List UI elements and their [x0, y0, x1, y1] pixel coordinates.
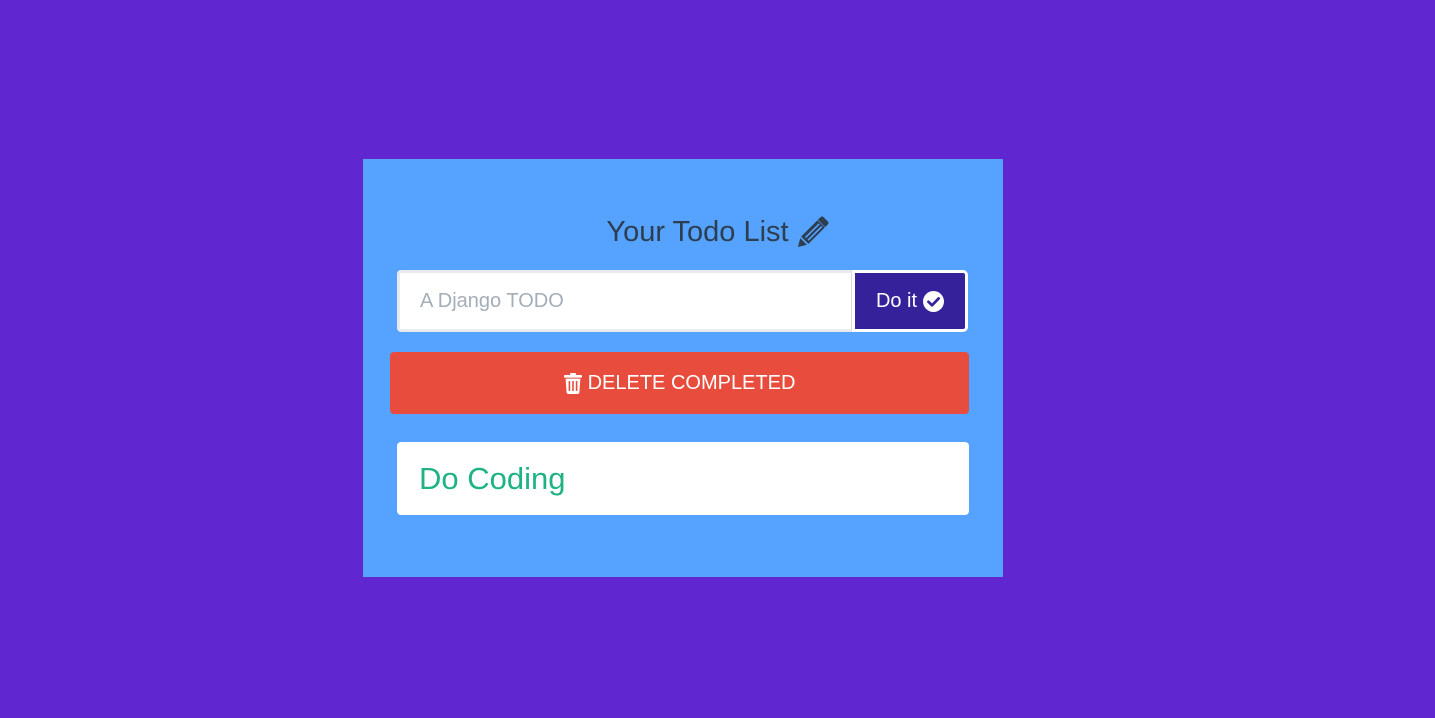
do-it-label: Do it: [875, 289, 918, 312]
add-todo-form: Do it: [397, 270, 968, 332]
todo-input[interactable]: [397, 270, 852, 332]
title-row: Your Todo List: [0, 216, 1435, 248]
todo-item[interactable]: Do Coding: [397, 442, 969, 515]
delete-completed-button[interactable]: DELETE COMPLETED: [390, 352, 969, 414]
page-title: Your Todo List: [606, 215, 789, 248]
do-it-button[interactable]: Do it: [852, 270, 968, 332]
page: Your Todo List Do it: [0, 0, 1435, 718]
check-circle-icon: [923, 290, 945, 312]
todo-item-text: Do Coding: [419, 460, 566, 496]
delete-completed-label: DELETE COMPLETED: [587, 371, 796, 394]
pencil-icon: [797, 216, 829, 247]
todo-list: Do Coding: [397, 442, 969, 515]
trash-icon: [563, 372, 582, 394]
